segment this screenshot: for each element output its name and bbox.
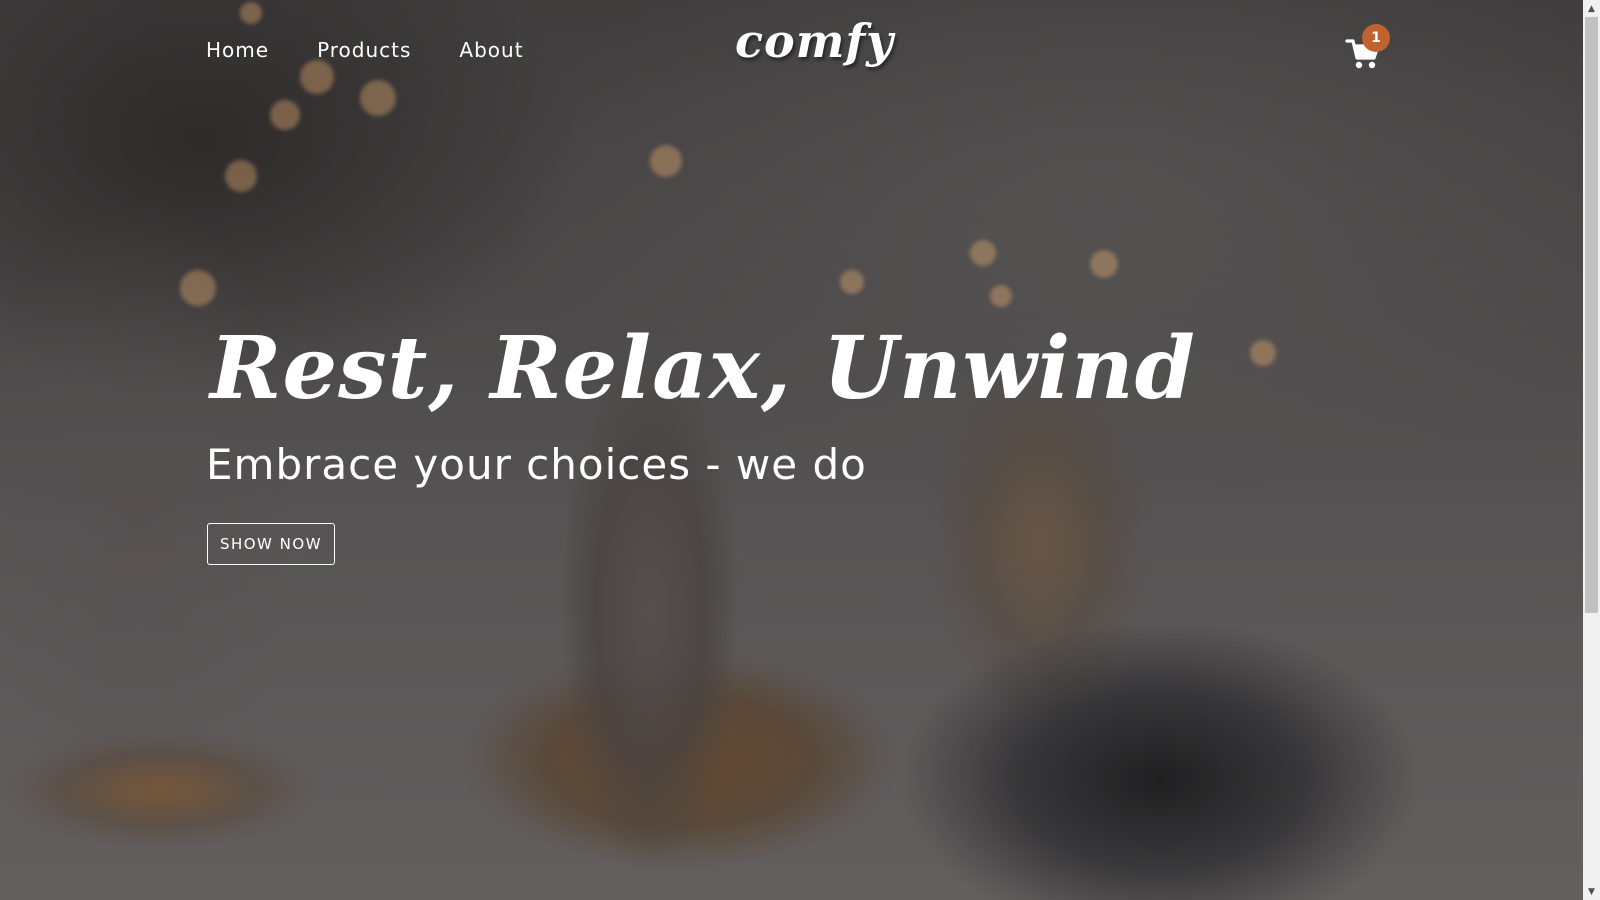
hero-title: Rest, Relax, Unwind xyxy=(210,318,1196,419)
logo[interactable]: comfy xyxy=(735,14,894,68)
bokeh-light xyxy=(1250,340,1276,366)
nav-link-about[interactable]: About xyxy=(459,38,523,62)
show-now-button[interactable]: SHOW NOW xyxy=(207,523,335,565)
bokeh-light xyxy=(990,285,1012,307)
bokeh-light xyxy=(270,100,300,130)
page: Home Products About comfy 1 Rest, Relax,… xyxy=(0,0,1600,900)
chevron-up-icon[interactable]: ▲ xyxy=(1583,0,1600,17)
chevron-down-icon[interactable]: ▼ xyxy=(1583,883,1600,900)
nav-link-products[interactable]: Products xyxy=(317,38,411,62)
bokeh-light xyxy=(650,145,682,177)
hero-subtitle: Embrace your choices - we do xyxy=(206,440,867,489)
cart-count-badge: 1 xyxy=(1362,24,1390,52)
bokeh-light xyxy=(180,270,216,306)
navbar: Home Products About comfy 1 xyxy=(0,0,1583,100)
bokeh-light xyxy=(1090,250,1118,278)
bokeh-light xyxy=(970,240,996,266)
nav-links: Home Products About xyxy=(206,38,524,62)
bokeh-light xyxy=(840,270,864,294)
scrollbar-thumb[interactable] xyxy=(1585,17,1598,613)
vertical-scrollbar[interactable]: ▲ ▼ xyxy=(1583,0,1600,900)
bokeh-light xyxy=(225,160,257,192)
nav-link-home[interactable]: Home xyxy=(206,38,269,62)
